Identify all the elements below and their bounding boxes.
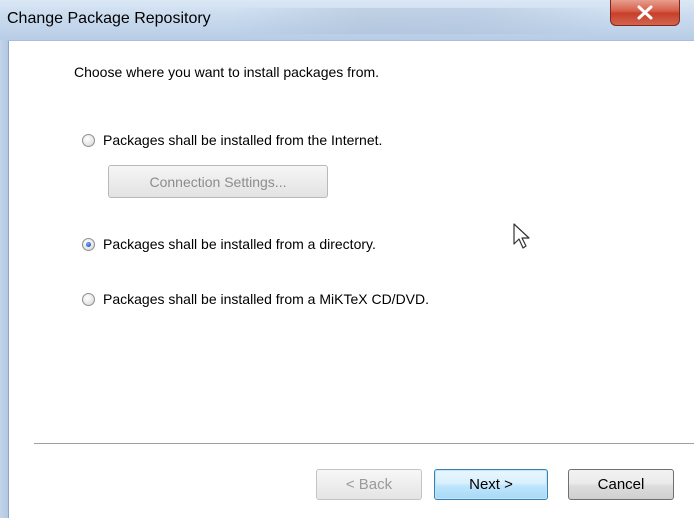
window-frame-left	[0, 40, 8, 518]
title-bar[interactable]: Change Package Repository	[0, 0, 694, 41]
dialog-body	[8, 41, 694, 518]
connection-settings-button[interactable]: Connection Settings...	[108, 165, 328, 198]
option-internet[interactable]: Packages shall be installed from the Int…	[82, 130, 382, 150]
window-title: Change Package Repository	[7, 10, 211, 27]
back-button[interactable]: < Back	[316, 469, 422, 500]
close-button[interactable]	[610, 0, 680, 26]
option-internet-label[interactable]: Packages shall be installed from the Int…	[103, 132, 382, 148]
option-cd-dvd-label[interactable]: Packages shall be installed from a MiKTe…	[103, 291, 429, 307]
option-cd-dvd[interactable]: Packages shall be installed from a MiKTe…	[82, 289, 429, 309]
title-bar-glass	[230, 8, 610, 34]
close-icon	[637, 5, 653, 20]
option-directory-label[interactable]: Packages shall be installed from a direc…	[103, 236, 376, 252]
radio-cd-dvd[interactable]	[82, 292, 95, 306]
mouse-pointer-icon	[513, 223, 530, 249]
cancel-button[interactable]: Cancel	[568, 469, 674, 500]
radio-directory[interactable]	[82, 237, 95, 251]
option-directory[interactable]: Packages shall be installed from a direc…	[82, 234, 376, 254]
instruction-text: Choose where you want to install package…	[74, 64, 380, 80]
footer-divider	[34, 443, 694, 445]
next-button[interactable]: Next >	[434, 469, 548, 500]
radio-internet[interactable]	[82, 133, 95, 147]
